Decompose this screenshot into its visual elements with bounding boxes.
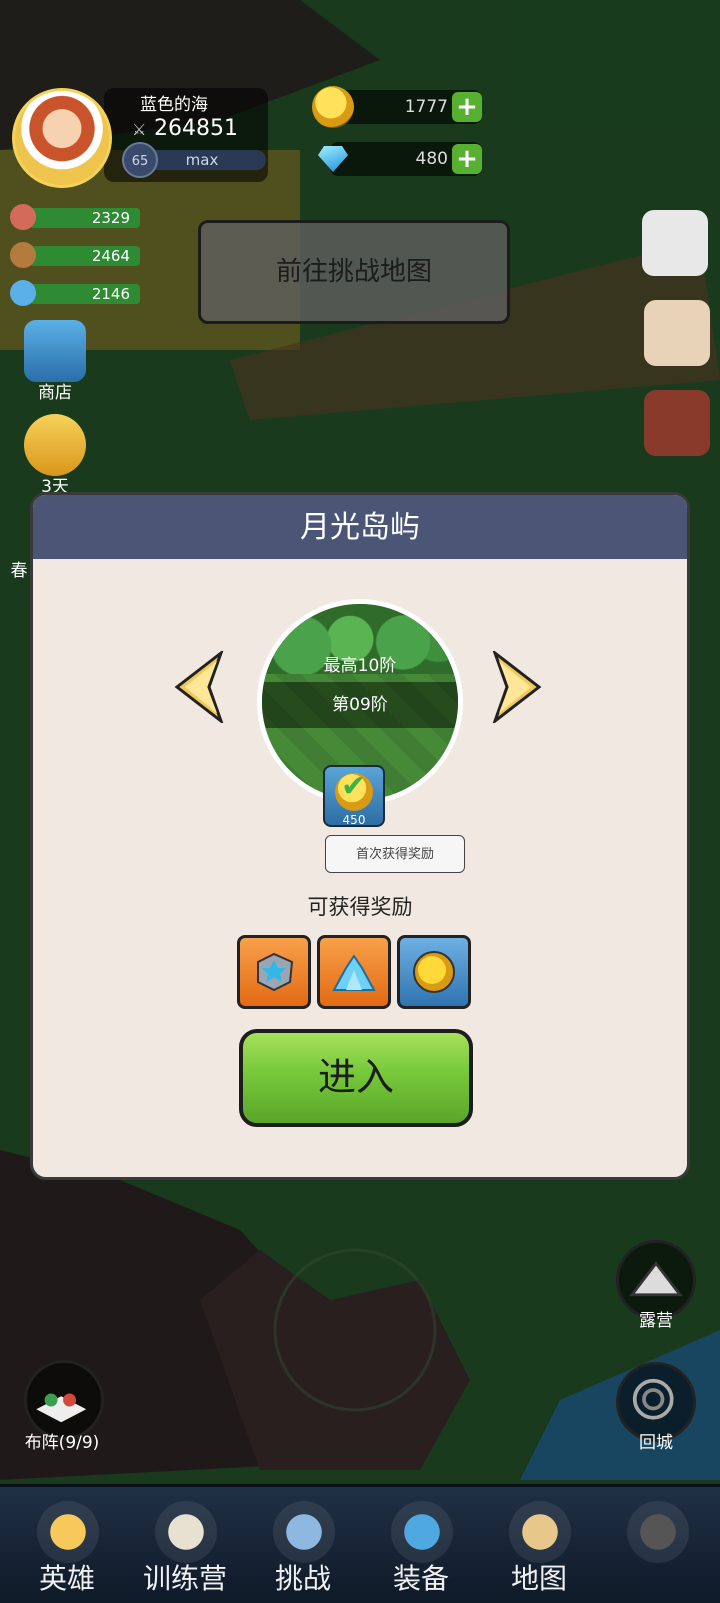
player-avatar[interactable]: [12, 88, 112, 188]
current-tier-label: 第09阶: [262, 682, 458, 728]
swords-icon: ⚔: [132, 120, 147, 139]
shop-icon: [24, 320, 86, 382]
combat-power: ⚔ 264851: [132, 116, 238, 141]
bottom-navigation: 英雄 训练营 挑战 装备 地图: [0, 1484, 720, 1603]
rewards-title: 可获得奖励: [307, 895, 413, 919]
ore-stone-icon: [257, 952, 294, 992]
training-camp-icon: [155, 1501, 217, 1563]
claimed-check-icon: [335, 769, 373, 811]
backpack-icon[interactable]: [644, 390, 710, 456]
gold-coin-icon: [312, 86, 354, 128]
gem-currency: 480 +: [312, 138, 488, 180]
map-scroll-icon: [509, 1501, 571, 1563]
resource-wood: 2464: [10, 242, 140, 268]
first-reward-tooltip: 首次获得奖励: [325, 835, 465, 873]
resource-value: 2329: [91, 209, 130, 227]
nav-training-camp[interactable]: 训练营: [130, 1487, 240, 1603]
reward-item-crystal[interactable]: [317, 935, 391, 1009]
locked-icon: [627, 1501, 689, 1563]
reward-item-ore[interactable]: [237, 935, 311, 1009]
nav-locked[interactable]: [602, 1487, 712, 1603]
challenge-sword-icon: [273, 1501, 335, 1563]
shop-label: 商店: [38, 383, 72, 403]
pass-button[interactable]: 3天: [20, 414, 90, 497]
nav-heroes[interactable]: 英雄: [12, 1487, 122, 1603]
first-clear-reward[interactable]: 450: [323, 765, 385, 827]
nav-label: 训练营: [142, 1562, 227, 1595]
pass-icon: [24, 414, 86, 476]
stage-select-dialog: 月光岛屿 最高10阶 第09阶 450 首次获得奖励 可获得奖励: [30, 492, 690, 1180]
go-challenge-map-button[interactable]: 前往挑战地图: [198, 220, 510, 324]
add-gold-button[interactable]: +: [452, 92, 482, 122]
first-reward-amount: 450: [342, 813, 366, 827]
resource-crystal: 2146: [10, 280, 140, 306]
next-stage-arrow[interactable]: [491, 648, 543, 726]
max-tier-label: 最高10阶: [323, 656, 397, 676]
shop-button[interactable]: 商店: [20, 320, 90, 403]
resource-meat: 2329: [10, 204, 140, 230]
level-badge: 65: [122, 142, 158, 178]
nav-label: 装备: [392, 1562, 449, 1595]
camp-label: 露营: [639, 1311, 673, 1331]
player-profile-panel[interactable]: 蓝色的海 ⚔ 264851 max 65: [12, 88, 268, 188]
gem-icon: [312, 138, 354, 180]
nav-label: 挑战: [274, 1562, 331, 1595]
dialog-title: 月光岛屿: [33, 495, 687, 559]
equipment-icon: [391, 1501, 453, 1563]
gold-coin-icon: [413, 951, 455, 993]
chevron-right-icon: [491, 648, 542, 726]
return-city-label: 回城: [639, 1433, 673, 1453]
player-name: 蓝色的海: [140, 95, 208, 115]
resource-value: 2146: [91, 285, 130, 303]
combat-power-value: 264851: [154, 116, 238, 141]
heroes-icon: [37, 1501, 99, 1563]
reward-item-gold[interactable]: [397, 935, 471, 1009]
mail-icon[interactable]: [644, 300, 710, 366]
nav-equipment[interactable]: 装备: [366, 1487, 476, 1603]
prev-stage-arrow[interactable]: [173, 648, 225, 726]
resource-value: 2464: [91, 247, 130, 265]
formation-label: 布阵(9/9): [24, 1433, 100, 1453]
gold-value: 1777: [404, 97, 448, 117]
nav-label: 英雄: [38, 1562, 95, 1595]
nav-label: 地图: [510, 1562, 567, 1595]
nav-map[interactable]: 地图: [484, 1487, 594, 1603]
chevron-left-icon: [174, 648, 225, 726]
nav-challenge[interactable]: 挑战: [248, 1487, 358, 1603]
formation-board-icon: [36, 1393, 87, 1423]
enter-stage-button[interactable]: 进入: [239, 1029, 473, 1127]
gold-currency: 1777 +: [312, 86, 488, 128]
gem-value: 480: [415, 149, 448, 169]
task-checklist-icon[interactable]: [642, 210, 708, 276]
crystal-pile-icon: [332, 954, 376, 991]
add-gem-button[interactable]: +: [452, 144, 482, 174]
